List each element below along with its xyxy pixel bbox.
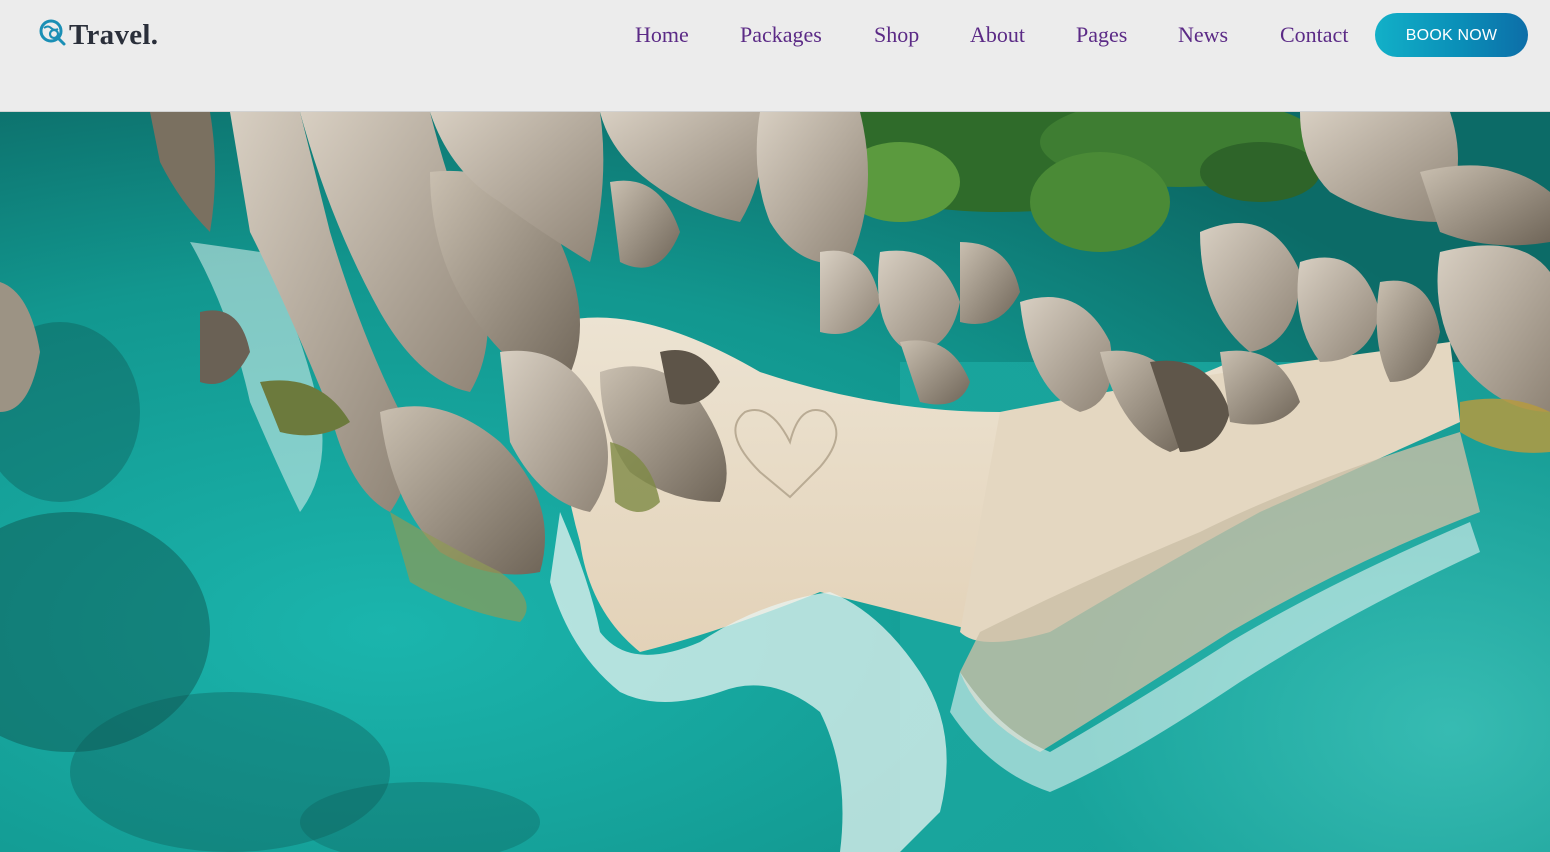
- hero-banner: [0, 112, 1550, 852]
- nav-shop[interactable]: Shop: [874, 15, 919, 55]
- hero-image: [0, 112, 1550, 852]
- nav-home[interactable]: Home: [635, 15, 689, 55]
- book-now-button[interactable]: BOOK NOW: [1375, 13, 1528, 57]
- nav-packages[interactable]: Packages: [740, 15, 822, 55]
- nav-pages[interactable]: Pages: [1076, 15, 1127, 55]
- nav-contact[interactable]: Contact: [1280, 15, 1348, 55]
- nav-news[interactable]: News: [1178, 15, 1228, 55]
- nav-about[interactable]: About: [970, 15, 1025, 55]
- site-header: Travel. Home Packages Shop About Pages N…: [0, 0, 1550, 112]
- main-nav: Home Packages Shop About Pages News Cont…: [0, 15, 1550, 55]
